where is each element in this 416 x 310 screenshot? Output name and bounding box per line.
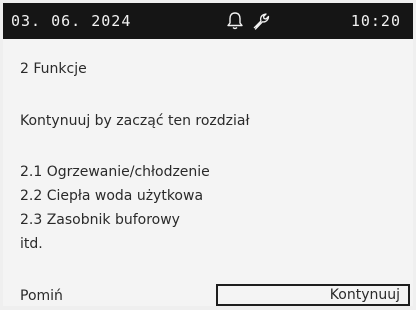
list-item: 2.1 Ogrzewanie/chłodzenie (20, 164, 210, 180)
wrench-icon (253, 13, 270, 30)
status-date: 03. 06. 2024 (11, 12, 132, 30)
status-time: 10:20 (350, 12, 401, 30)
instruction-text: Kontynuuj by zacząć ten rozdział (20, 113, 250, 129)
status-bar: 03. 06. 2024 10:20 (3, 3, 413, 39)
content-area: 2 Funkcje Kontynuuj by zacząć ten rozdzi… (3, 39, 413, 306)
bell-icon (227, 12, 243, 30)
display-screen: 03. 06. 2024 10:20 2 Funkcje Kontynuuj b… (3, 3, 413, 306)
device-frame: 03. 06. 2024 10:20 2 Funkcje Kontynuuj b… (0, 0, 416, 310)
list-item: itd. (20, 236, 43, 252)
list-item: 2.3 Zasobnik buforowy (20, 212, 180, 228)
skip-button[interactable]: Pomiń (20, 288, 63, 304)
section-title: 2 Funkcje (20, 61, 87, 77)
list-item: 2.2 Ciepła woda użytkowa (20, 188, 204, 204)
continue-button[interactable]: Kontynuuj (216, 284, 410, 306)
status-icons (226, 11, 274, 31)
